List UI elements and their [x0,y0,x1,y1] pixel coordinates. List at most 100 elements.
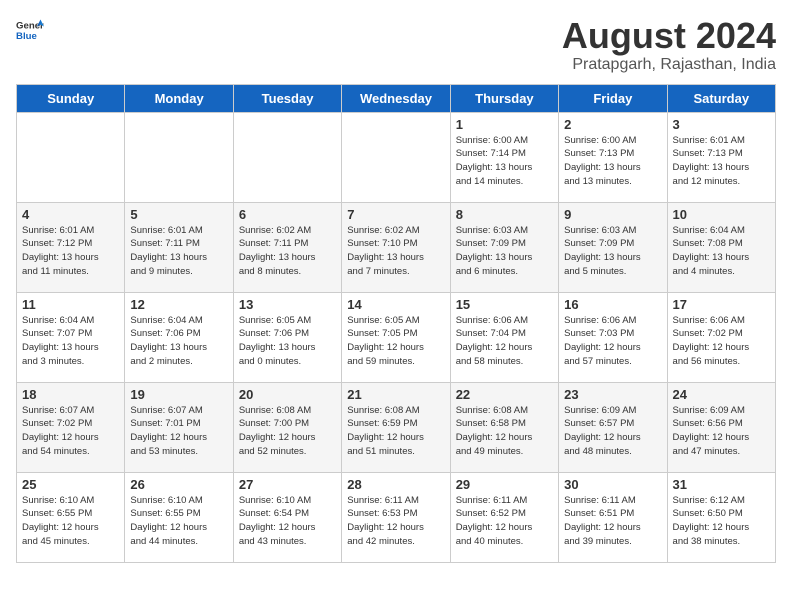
cell-info: Sunrise: 6:03 AM Sunset: 7:09 PM Dayligh… [564,224,661,279]
cell-info: Sunrise: 6:00 AM Sunset: 7:13 PM Dayligh… [564,134,661,189]
cell-info: Sunrise: 6:10 AM Sunset: 6:55 PM Dayligh… [22,494,119,549]
day-number: 14 [347,297,444,312]
calendar-cell: 3Sunrise: 6:01 AM Sunset: 7:13 PM Daylig… [667,112,775,202]
subtitle: Pratapgarh, Rajasthan, India [562,56,776,74]
calendar-cell: 23 Sunrise: 6:09 AM Sunset: 6:57 PM Dayli… [559,382,667,472]
cell-info: Sunrise: 6:04 AM Sunset: 7:08 PM Dayligh… [673,224,770,279]
day-number: 4 [22,207,119,222]
cell-info: Sunrise: 6:11 AM Sunset: 6:52 PM Dayligh… [456,494,553,549]
calendar-cell: 4 Sunrise: 6:01 AM Sunset: 7:12 PM Daylig… [17,202,125,292]
day-number: 24 [673,387,770,402]
calendar-cell [233,112,341,202]
day-number: 8 [456,207,553,222]
day-number: 1 [456,117,553,132]
day-number: 31 [673,477,770,492]
cell-info: Sunrise: 6:12 AM Sunset: 6:50 PM Dayligh… [673,494,770,549]
day-header-wednesday: Wednesday [342,84,450,112]
cell-info: Sunrise: 6:05 AM Sunset: 7:05 PM Dayligh… [347,314,444,369]
calendar-row-2: 11 Sunrise: 6:04 AM Sunset: 7:07 PM Dayli… [17,292,776,382]
day-number: 16 [564,297,661,312]
cell-info: Sunrise: 6:01 AM Sunset: 7:12 PM Dayligh… [22,224,119,279]
cell-info: Sunrise: 6:04 AM Sunset: 7:06 PM Dayligh… [130,314,227,369]
day-number: 12 [130,297,227,312]
cell-info: Sunrise: 6:02 AM Sunset: 7:10 PM Dayligh… [347,224,444,279]
calendar-cell: 20 Sunrise: 6:08 AM Sunset: 7:00 PM Dayli… [233,382,341,472]
day-number: 6 [239,207,336,222]
day-number: 30 [564,477,661,492]
day-number: 17 [673,297,770,312]
cell-info: Sunrise: 6:07 AM Sunset: 7:02 PM Dayligh… [22,404,119,459]
calendar-cell: 9 Sunrise: 6:03 AM Sunset: 7:09 PM Daylig… [559,202,667,292]
calendar-cell: 27 Sunrise: 6:10 AM Sunset: 6:54 PM Dayli… [233,472,341,562]
cell-info: Sunrise: 6:04 AM Sunset: 7:07 PM Dayligh… [22,314,119,369]
calendar-table: SundayMondayTuesdayWednesdayThursdayFrid… [16,84,776,563]
calendar-cell: 14 Sunrise: 6:05 AM Sunset: 7:05 PM Dayli… [342,292,450,382]
calendar-cell: 2 Sunrise: 6:00 AM Sunset: 7:13 PM Daylig… [559,112,667,202]
calendar-cell [342,112,450,202]
calendar-cell: 24 Sunrise: 6:09 AM Sunset: 6:56 PM Dayli… [667,382,775,472]
calendar-row-4: 25 Sunrise: 6:10 AM Sunset: 6:55 PM Dayli… [17,472,776,562]
cell-info: Sunrise: 6:05 AM Sunset: 7:06 PM Dayligh… [239,314,336,369]
calendar-cell: 31 Sunrise: 6:12 AM Sunset: 6:50 PM Dayli… [667,472,775,562]
day-header-sunday: Sunday [17,84,125,112]
calendar-cell: 10 Sunrise: 6:04 AM Sunset: 7:08 PM Dayli… [667,202,775,292]
calendar-cell: 18 Sunrise: 6:07 AM Sunset: 7:02 PM Dayli… [17,382,125,472]
day-number: 5 [130,207,227,222]
cell-info: Sunrise: 6:03 AM Sunset: 7:09 PM Dayligh… [456,224,553,279]
calendar-cell: 5 Sunrise: 6:01 AM Sunset: 7:11 PM Daylig… [125,202,233,292]
cell-info: Sunrise: 6:06 AM Sunset: 7:04 PM Dayligh… [456,314,553,369]
day-number: 19 [130,387,227,402]
day-number: 2 [564,117,661,132]
day-number: 28 [347,477,444,492]
calendar-cell: 28 Sunrise: 6:11 AM Sunset: 6:53 PM Dayli… [342,472,450,562]
cell-info: Sunrise: 6:07 AM Sunset: 7:01 PM Dayligh… [130,404,227,459]
calendar-cell: 26Sunrise: 6:10 AM Sunset: 6:55 PM Dayli… [125,472,233,562]
day-number: 10 [673,207,770,222]
cell-info: Sunrise: 6:00 AM Sunset: 7:14 PM Dayligh… [456,134,553,189]
calendar-cell: 12 Sunrise: 6:04 AM Sunset: 7:06 PM Dayli… [125,292,233,382]
cell-info: Sunrise: 6:10 AM Sunset: 6:54 PM Dayligh… [239,494,336,549]
calendar-cell: 16Sunrise: 6:06 AM Sunset: 7:03 PM Dayli… [559,292,667,382]
cell-info: Sunrise: 6:06 AM Sunset: 7:02 PM Dayligh… [673,314,770,369]
calendar-cell: 30Sunrise: 6:11 AM Sunset: 6:51 PM Dayli… [559,472,667,562]
cell-info: Sunrise: 6:08 AM Sunset: 7:00 PM Dayligh… [239,404,336,459]
day-header-saturday: Saturday [667,84,775,112]
day-number: 11 [22,297,119,312]
day-number: 3 [673,117,770,132]
calendar-row-1: 4 Sunrise: 6:01 AM Sunset: 7:12 PM Daylig… [17,202,776,292]
calendar-cell: 21 Sunrise: 6:08 AM Sunset: 6:59 PM Dayli… [342,382,450,472]
calendar-cell: 13Sunrise: 6:05 AM Sunset: 7:06 PM Dayli… [233,292,341,382]
day-header-friday: Friday [559,84,667,112]
cell-info: Sunrise: 6:08 AM Sunset: 6:58 PM Dayligh… [456,404,553,459]
calendar-cell: 22 Sunrise: 6:08 AM Sunset: 6:58 PM Dayli… [450,382,558,472]
calendar-cell: 17 Sunrise: 6:06 AM Sunset: 7:02 PM Dayli… [667,292,775,382]
day-number: 7 [347,207,444,222]
calendar-row-0: 1 Sunrise: 6:00 AM Sunset: 7:14 PM Daylig… [17,112,776,202]
day-number: 9 [564,207,661,222]
calendar-cell: 19 Sunrise: 6:07 AM Sunset: 7:01 PM Dayli… [125,382,233,472]
calendar-cell: 8 Sunrise: 6:03 AM Sunset: 7:09 PM Daylig… [450,202,558,292]
day-number: 18 [22,387,119,402]
title-area: August 2024 Pratapgarh, Rajasthan, India [562,16,776,74]
calendar-cell: 29 Sunrise: 6:11 AM Sunset: 6:52 PM Dayli… [450,472,558,562]
day-header-thursday: Thursday [450,84,558,112]
day-number: 26 [130,477,227,492]
day-number: 23 [564,387,661,402]
day-number: 29 [456,477,553,492]
cell-info: Sunrise: 6:11 AM Sunset: 6:53 PM Dayligh… [347,494,444,549]
cell-info: Sunrise: 6:09 AM Sunset: 6:56 PM Dayligh… [673,404,770,459]
cell-info: Sunrise: 6:09 AM Sunset: 6:57 PM Dayligh… [564,404,661,459]
header: General Blue August 2024 Pratapgarh, Raj… [16,16,776,74]
calendar-cell [17,112,125,202]
day-number: 27 [239,477,336,492]
calendar-cell: 25 Sunrise: 6:10 AM Sunset: 6:55 PM Dayli… [17,472,125,562]
cell-info: Sunrise: 6:01 AM Sunset: 7:11 PM Dayligh… [130,224,227,279]
cell-info: Sunrise: 6:08 AM Sunset: 6:59 PM Dayligh… [347,404,444,459]
calendar-header-row: SundayMondayTuesdayWednesdayThursdayFrid… [17,84,776,112]
logo: General Blue [16,16,44,44]
day-number: 20 [239,387,336,402]
day-number: 22 [456,387,553,402]
calendar-cell: 11 Sunrise: 6:04 AM Sunset: 7:07 PM Dayli… [17,292,125,382]
day-number: 21 [347,387,444,402]
day-number: 25 [22,477,119,492]
